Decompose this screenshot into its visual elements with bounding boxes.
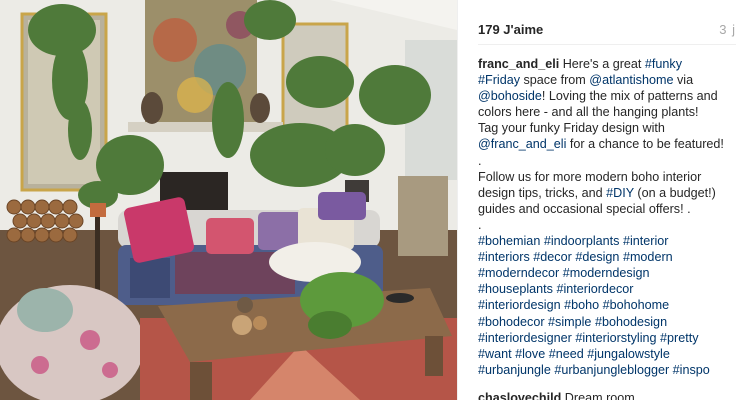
likes-count[interactable]: 179 J'aime <box>478 22 543 37</box>
hashtag-link[interactable]: #inspo <box>673 363 710 377</box>
hashtag-link[interactable]: #interiordesigner <box>478 331 572 345</box>
caption-dot: . <box>478 217 482 232</box>
hashtag-line: #interiordesign #boho #bohohome <box>478 297 740 313</box>
hashtag-link[interactable]: #pretty <box>660 331 699 345</box>
caption-username[interactable]: franc_and_eli <box>478 57 559 71</box>
instagram-post: 179 J'aime 3 j franc_and_eli Here's a gr… <box>0 0 750 400</box>
hashtag-link[interactable]: #interior <box>623 234 669 248</box>
hashtag-link[interactable]: #houseplants <box>478 282 553 296</box>
hashtag-link[interactable]: #Friday <box>478 73 520 87</box>
hashtag-link[interactable]: #urbanjungle <box>478 363 551 377</box>
hashtag-line: #bohodecor #simple #bohodesign <box>478 314 740 330</box>
caption-line-8: design tips, tricks, and #DIY (on a budg… <box>478 185 740 201</box>
caption-line-5: Tag your funky Friday design with <box>478 121 665 136</box>
caption-text: via <box>673 73 694 88</box>
hashtag-link[interactable]: #modern <box>623 250 673 264</box>
hashtag-link[interactable]: #indoorplants <box>544 234 620 248</box>
caption-line-1: franc_and_eli Here's a great #funky <box>478 56 740 72</box>
mention-link[interactable]: @bohoside <box>478 89 542 103</box>
caption-line-4: colors here - and all the hanging plants… <box>478 105 699 120</box>
post-photo[interactable] <box>0 0 457 400</box>
caption-line-9: guides and occasional special offers! . <box>478 201 691 216</box>
hashtag-link[interactable]: #interiorstyling <box>575 331 656 345</box>
caption-text: ! Loving the mix of patterns and <box>541 89 718 104</box>
comment-username[interactable]: chaslovechild <box>478 391 561 400</box>
hashtag-link[interactable]: #design <box>575 250 619 264</box>
caption-text: space from <box>520 73 590 88</box>
caption-line-6: @franc_and_eli for a chance to be featur… <box>478 136 740 152</box>
mention-link[interactable]: @franc_and_eli <box>478 137 566 151</box>
hashtag-link[interactable]: #want <box>478 347 512 361</box>
post-timestamp[interactable]: 3 j <box>719 22 736 37</box>
hashtag-link[interactable]: #moderndecor <box>478 266 559 280</box>
hashtag-link[interactable]: #DIY <box>606 186 634 200</box>
caption-text: design tips, tricks, and <box>478 185 607 200</box>
next-comment: chaslovechild Dream room <box>478 391 635 400</box>
hashtag-link[interactable]: #moderndesign <box>563 266 650 280</box>
hashtag-link[interactable]: #boho <box>564 298 599 312</box>
hashtag-link[interactable]: #funky <box>645 57 682 71</box>
hashtag-line: #want #love #need #jungalowstyle <box>478 346 740 362</box>
caption-dot: . <box>478 153 482 168</box>
hashtag-link[interactable]: #simple <box>548 315 591 329</box>
hashtag-link[interactable]: #bohodesign <box>595 315 667 329</box>
hashtag-link[interactable]: #urbanjungleblogger <box>554 363 669 377</box>
hashtag-line: #urbanjungle #urbanjungleblogger #inspo <box>478 362 740 378</box>
caption-line-2: #Friday space from @atlantishome via <box>478 72 740 88</box>
hashtag-link[interactable]: #interiordesign <box>478 298 561 312</box>
hashtag-link[interactable]: #bohohome <box>603 298 670 312</box>
caption-text: for a chance to be featured! <box>566 137 724 152</box>
hashtag-link[interactable]: #decor <box>533 250 572 264</box>
caption-text: (on a budget!) <box>633 185 716 200</box>
hashtag-line: #moderndecor #moderndesign <box>478 265 740 281</box>
likes-row: 179 J'aime 3 j <box>478 22 736 37</box>
hashtag-block: #bohemian #indoorplants #interior #interi… <box>478 233 740 378</box>
hashtag-link[interactable]: #bohemian <box>478 234 540 248</box>
hashtag-link[interactable]: #interiors <box>478 250 530 264</box>
mention-link[interactable]: @atlantishome <box>589 73 673 87</box>
post-caption: franc_and_eli Here's a great #funky #Fri… <box>478 56 740 378</box>
hashtag-link[interactable]: #interiordecor <box>556 282 633 296</box>
caption-text: Here's a great <box>559 57 645 71</box>
hashtag-link[interactable]: #need <box>549 347 584 361</box>
caption-line-7: Follow us for more modern boho interior <box>478 169 702 184</box>
boho-living-room-photo <box>0 0 457 400</box>
hashtag-link[interactable]: #jungalowstyle <box>587 347 670 361</box>
divider <box>478 44 736 45</box>
caption-line-3: @bohoside! Loving the mix of patterns an… <box>478 88 740 104</box>
hashtag-line: #interiordesigner #interiorstyling #pret… <box>478 330 740 346</box>
comment-text: Dream room <box>561 391 635 400</box>
post-sidebar: 179 J'aime 3 j franc_and_eli Here's a gr… <box>457 0 750 400</box>
hashtag-line: #bohemian #indoorplants #interior <box>478 233 740 249</box>
hashtag-link[interactable]: #love <box>515 347 545 361</box>
hashtag-link[interactable]: #bohodecor <box>478 315 545 329</box>
hashtag-line: #interiors #decor #design #modern <box>478 249 740 265</box>
hashtag-line: #houseplants #interiordecor <box>478 281 740 297</box>
